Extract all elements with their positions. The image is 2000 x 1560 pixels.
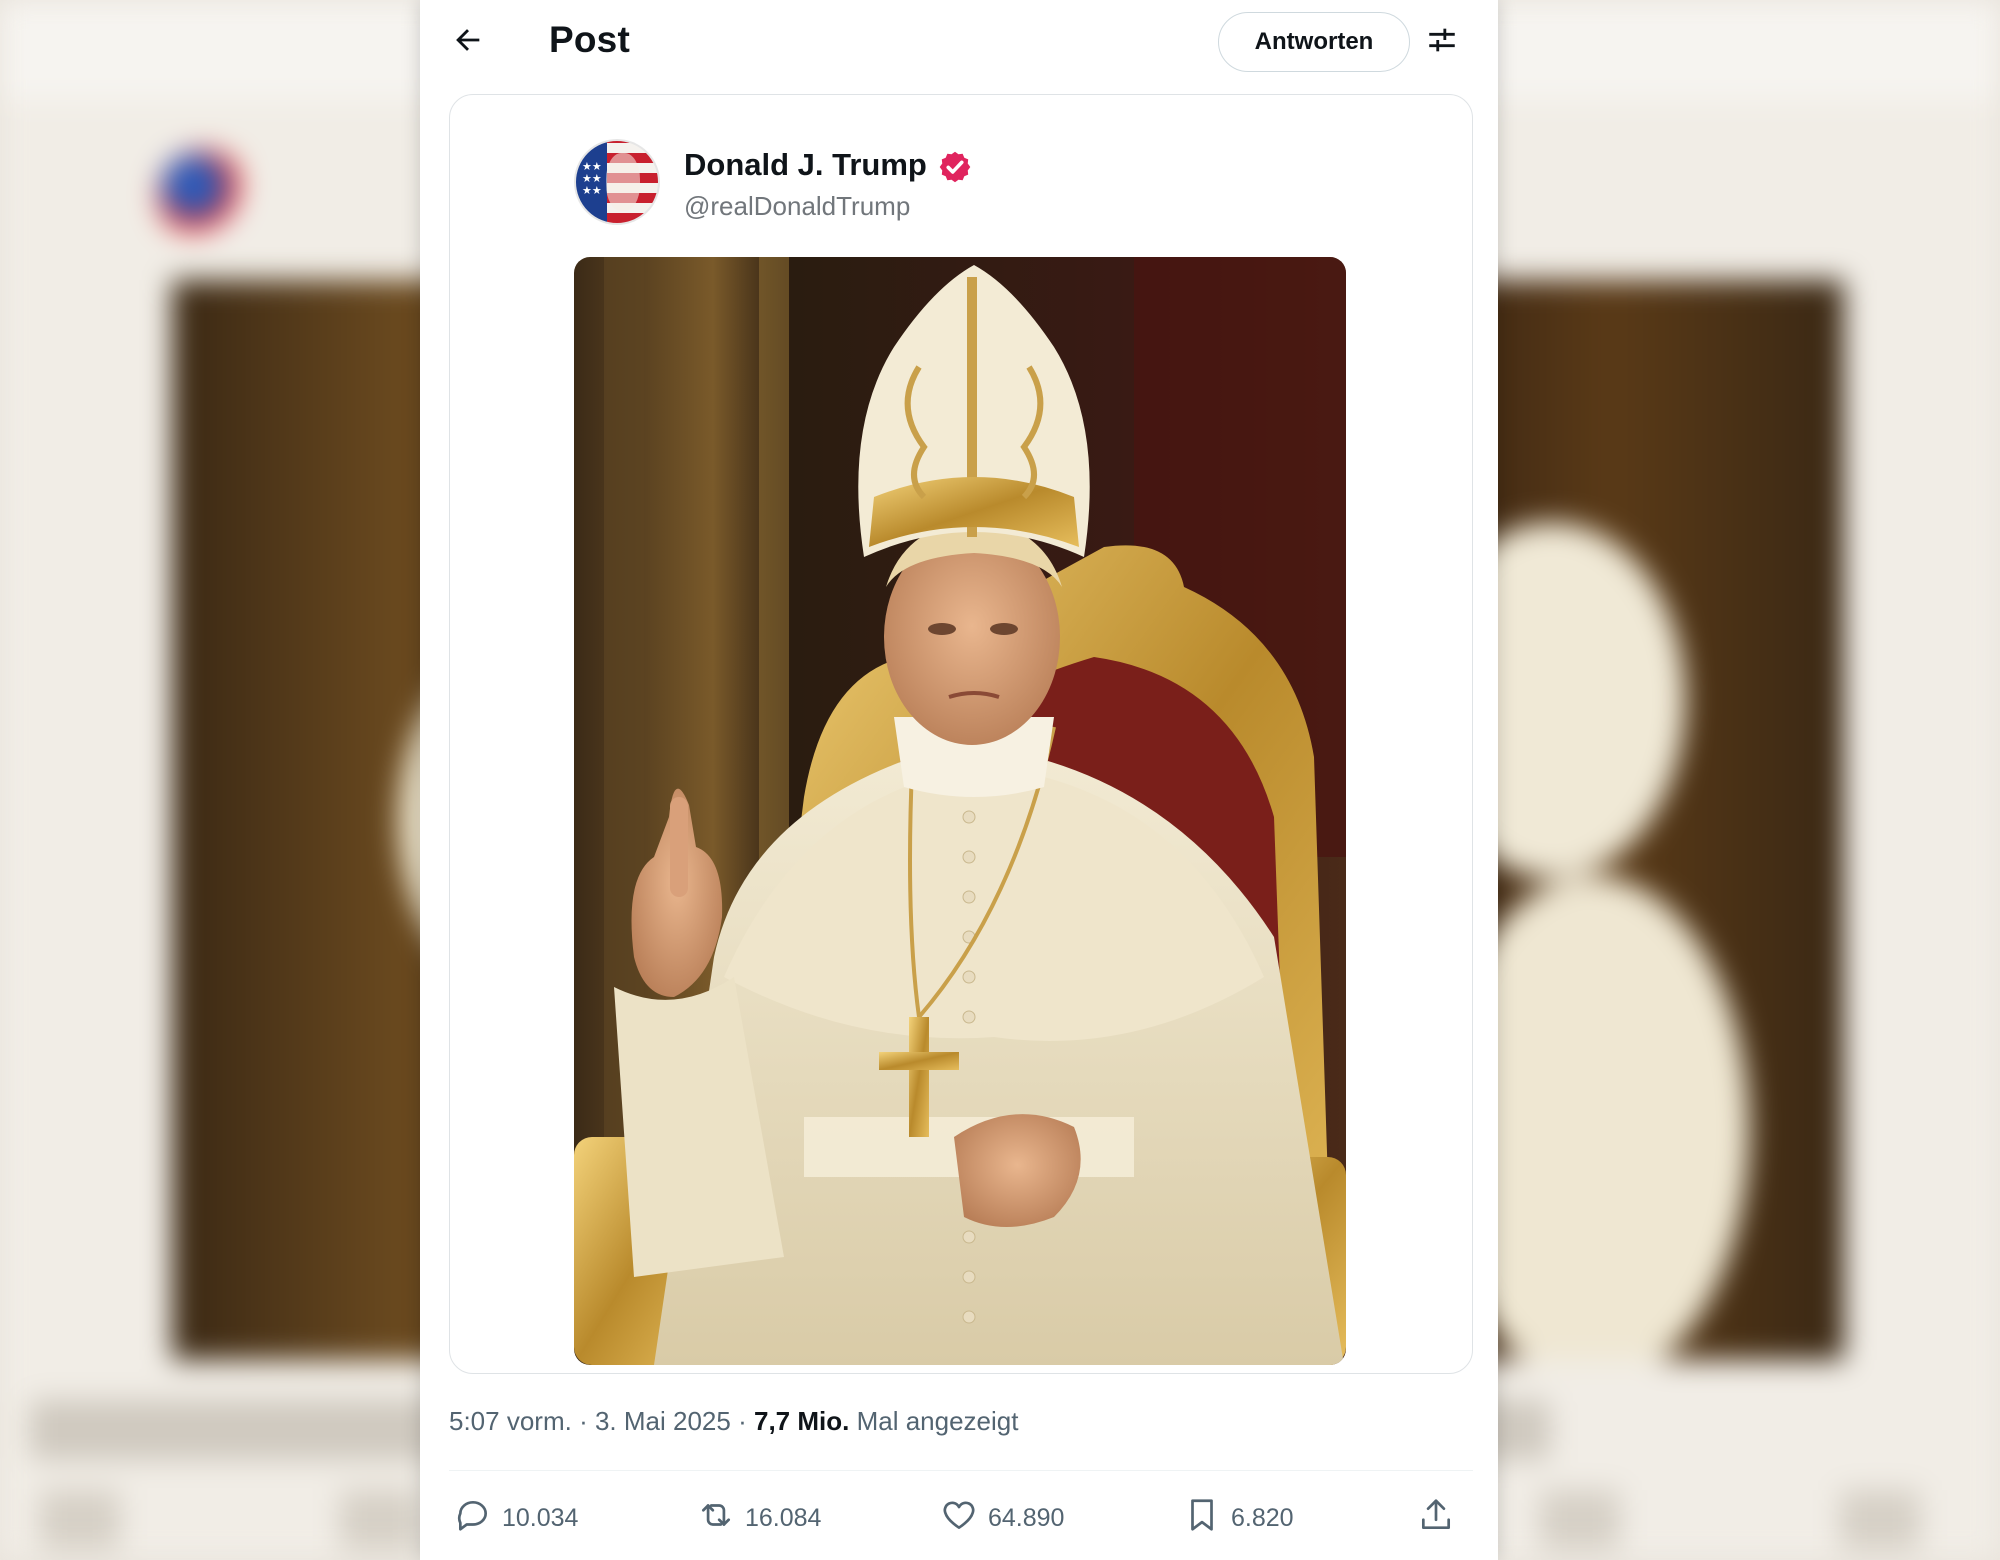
arrow-left-icon xyxy=(451,23,485,62)
repost-count: 16.084 xyxy=(745,1503,822,1532)
avatar[interactable]: ★★ ★★ ★★ xyxy=(574,139,660,225)
bookmark-action[interactable]: 6.820 xyxy=(1183,1490,1294,1546)
comment-icon xyxy=(454,1496,492,1541)
sliders-icon xyxy=(1425,23,1459,62)
post-detail-column: Post Antworten ★★★★★★ Donald J. Trump xyxy=(420,0,1498,1560)
post-date[interactable]: 3. Mai 2025 xyxy=(595,1406,731,1436)
action-bar: 10.034 16.084 64.890 6.820 xyxy=(449,1490,1473,1546)
author-handle[interactable]: @realDonaldTrump xyxy=(684,191,910,222)
page-title: Post xyxy=(549,19,630,60)
flag-stars: ★★ ★★ ★★ xyxy=(582,161,602,197)
top-bar: Post Antworten xyxy=(420,0,1498,84)
like-count: 64.890 xyxy=(988,1503,1065,1532)
embedded-post-card[interactable]: ★★ ★★ ★★ Donald J. Trump @realDonaldTrump xyxy=(449,94,1473,1374)
verified-badge-icon xyxy=(937,149,973,185)
back-button[interactable] xyxy=(442,18,494,66)
reply-action[interactable]: 10.034 xyxy=(454,1490,578,1546)
post-meta: 5:07 vorm. · 3. Mai 2025 · 7,7 Mio. Mal … xyxy=(449,1406,1018,1437)
bookmark-count: 6.820 xyxy=(1231,1503,1294,1532)
post-image[interactable] xyxy=(574,257,1346,1365)
share-icon xyxy=(1417,1496,1455,1541)
meta-separator: · xyxy=(738,1406,747,1436)
heart-icon xyxy=(940,1496,978,1541)
view-label: Mal angezeigt xyxy=(856,1406,1019,1436)
reply-button[interactable]: Antworten xyxy=(1218,12,1410,72)
repost-action[interactable]: 16.084 xyxy=(697,1490,821,1546)
divider xyxy=(449,1470,1473,1471)
like-action[interactable]: 64.890 xyxy=(940,1490,1064,1546)
meta-separator: · xyxy=(579,1406,588,1436)
author-name[interactable]: Donald J. Trump xyxy=(684,147,927,183)
share-action[interactable] xyxy=(1417,1490,1455,1546)
repost-icon xyxy=(697,1496,735,1541)
view-count: 7,7 Mio. xyxy=(753,1406,850,1436)
reply-count: 10.034 xyxy=(502,1503,579,1532)
settings-button[interactable] xyxy=(1420,20,1464,64)
bookmark-icon xyxy=(1183,1496,1221,1541)
blurred-avatar xyxy=(158,150,248,240)
post-time[interactable]: 5:07 vorm. xyxy=(449,1406,572,1436)
